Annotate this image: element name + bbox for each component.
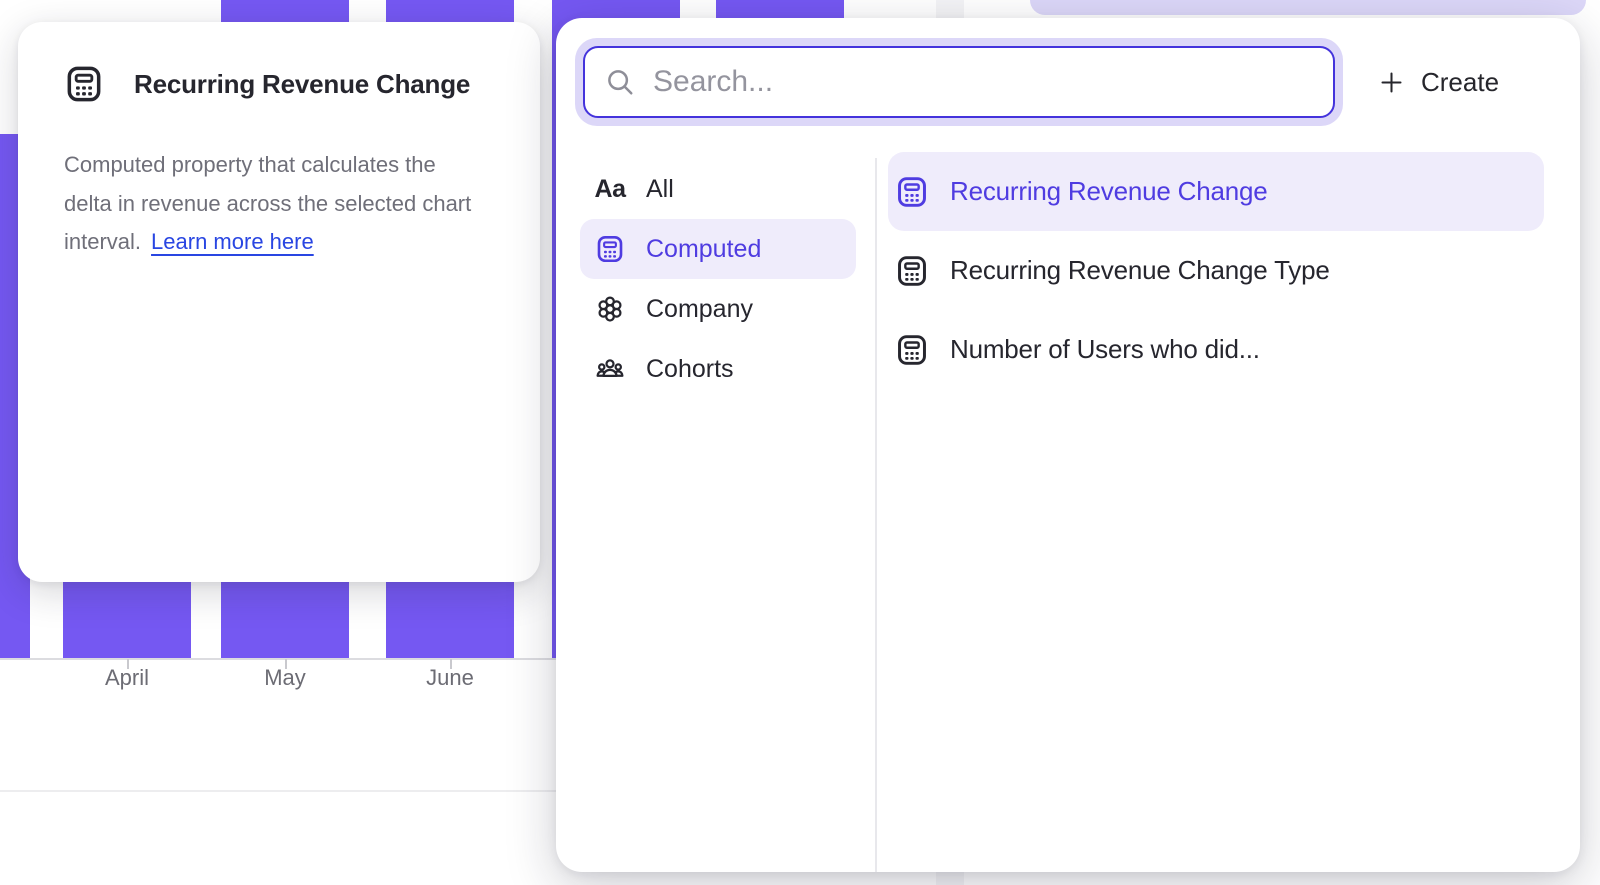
axis-label: May [264, 665, 306, 691]
description-line: delta in revenue across the selected cha… [64, 185, 516, 224]
result-label: Recurring Revenue Change [950, 176, 1268, 207]
text-style-icon: Aa [592, 175, 628, 204]
property-tooltip-card: Recurring Revenue Change Computed proper… [18, 22, 540, 582]
calculator-icon [894, 254, 930, 288]
result-item[interactable]: Number of Users who did... [888, 310, 1544, 389]
filter-company[interactable]: Company [580, 279, 856, 339]
column-divider [875, 158, 877, 872]
company-icon [592, 294, 628, 324]
filter-label: Cohorts [646, 355, 734, 384]
property-picker-modal: Create Aa All Computed Company Cohorts Rec… [556, 18, 1580, 872]
description-line: Computed property that calculates the [64, 146, 516, 185]
calculator-icon [64, 64, 104, 104]
create-label: Create [1421, 67, 1499, 98]
result-item[interactable]: Recurring Revenue Change Type [888, 231, 1544, 310]
learn-more-link[interactable]: Learn more here [151, 229, 314, 254]
search-icon [605, 67, 635, 97]
page: April May June Recurring Revenue Change Co… [0, 0, 1600, 885]
filter-cohorts[interactable]: Cohorts [580, 339, 856, 399]
description-line: interval.Learn more here [64, 223, 516, 262]
search-input[interactable] [653, 48, 1333, 116]
tooltip-header: Recurring Revenue Change [64, 64, 470, 104]
result-label: Recurring Revenue Change Type [950, 255, 1330, 286]
filter-label: Computed [646, 235, 761, 264]
tooltip-description: Computed property that calculates the de… [64, 146, 516, 262]
axis-label: April [105, 665, 149, 691]
filter-all[interactable]: Aa All [580, 159, 856, 219]
search-bar[interactable] [583, 46, 1335, 118]
result-label: Number of Users who did... [950, 334, 1260, 365]
modal-body: Aa All Computed Company Cohorts Recurring … [556, 140, 1580, 872]
calculator-icon [894, 333, 930, 367]
cohorts-icon [592, 354, 628, 384]
create-button[interactable]: Create [1378, 38, 1499, 126]
filter-label: All [646, 175, 674, 204]
result-item[interactable]: Recurring Revenue Change [888, 152, 1544, 231]
plus-icon [1378, 69, 1405, 96]
calculator-icon [592, 234, 628, 264]
tooltip-title: Recurring Revenue Change [134, 69, 470, 100]
search-halo [575, 38, 1343, 126]
filter-label: Company [646, 295, 753, 324]
clipped-property-pill[interactable] [1030, 0, 1586, 15]
calculator-icon [894, 175, 930, 209]
axis-label: June [426, 665, 474, 691]
result-list: Recurring Revenue Change Recurring Reven… [888, 152, 1544, 389]
filter-computed[interactable]: Computed [580, 219, 856, 279]
filter-list: Aa All Computed Company Cohorts [556, 159, 875, 399]
